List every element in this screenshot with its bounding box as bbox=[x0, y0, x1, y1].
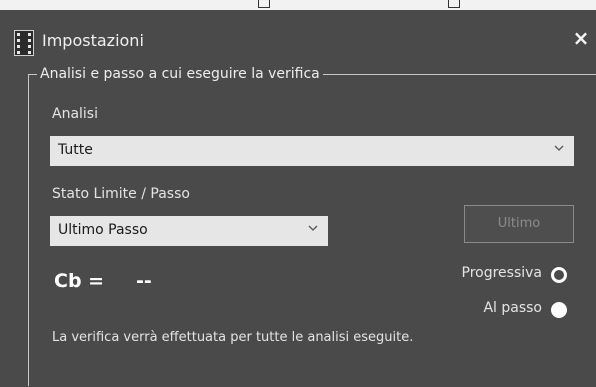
progressive-radio-label: Progressiva bbox=[461, 265, 543, 281]
analysis-label: Analisi bbox=[52, 106, 98, 122]
limit-state-label: Stato Limite / Passo bbox=[52, 186, 190, 202]
progressive-radio[interactable] bbox=[551, 267, 567, 283]
step-radio[interactable] bbox=[551, 302, 567, 318]
group-legend: Analisi e passo a cui eseguire la verifi… bbox=[40, 66, 320, 82]
chevron-down-icon bbox=[308, 225, 318, 231]
title-bar: Impostazioni × bbox=[0, 10, 596, 66]
dialog-title: Impostazioni bbox=[42, 31, 144, 50]
background-window-strip bbox=[0, 0, 596, 10]
last-step-button[interactable]: Ultimo bbox=[464, 205, 574, 243]
background-fragment bbox=[258, 0, 270, 8]
analysis-select[interactable]: Tutte bbox=[50, 136, 574, 166]
chevron-down-icon bbox=[554, 145, 564, 151]
app-icon bbox=[14, 30, 34, 56]
step-radio-label: Al passo bbox=[483, 300, 542, 316]
limit-state-select[interactable]: Ultimo Passo bbox=[50, 216, 328, 246]
analysis-select-value: Tutte bbox=[58, 142, 93, 158]
cb-value: -- bbox=[136, 270, 152, 292]
background-fragment bbox=[448, 0, 460, 8]
close-icon[interactable]: × bbox=[572, 27, 590, 49]
cb-label: Cb = bbox=[54, 270, 105, 292]
limit-state-select-value: Ultimo Passo bbox=[58, 222, 148, 238]
info-text: La verifica verrà effettuata per tutte l… bbox=[52, 330, 414, 345]
